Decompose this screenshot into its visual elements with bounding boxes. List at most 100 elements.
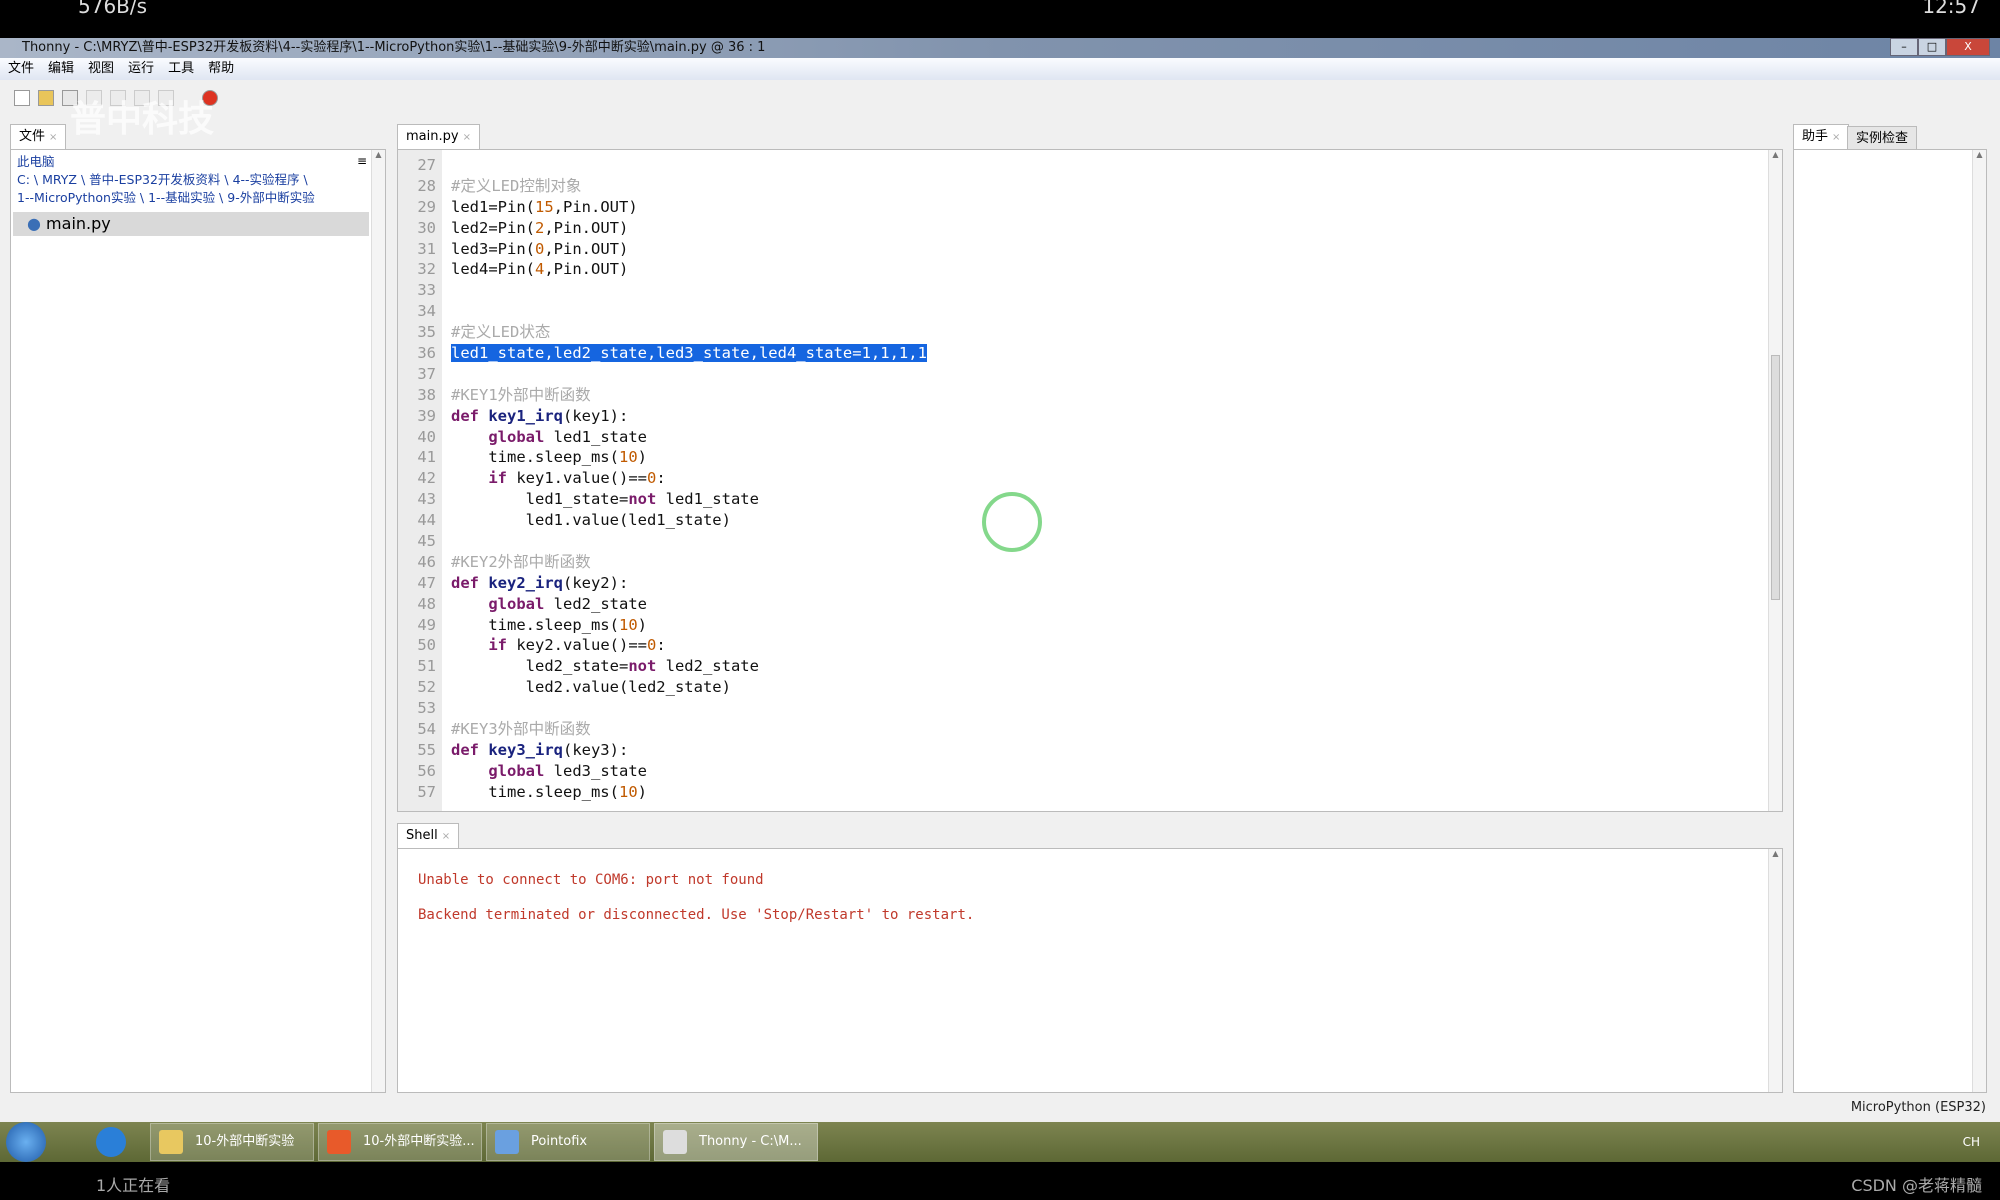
code-text[interactable]: #定义LED控制对象 led1=Pin(15,Pin.OUT) led2=Pin(2…: [451, 155, 927, 803]
menu-tools[interactable]: 工具: [168, 58, 194, 80]
tab-main-py[interactable]: main.py ×: [397, 124, 480, 149]
menu-edit[interactable]: 编辑: [48, 58, 74, 80]
code-line[interactable]: led1_state,led2_state,led3_state,led4_st…: [451, 343, 927, 364]
code-token: not: [628, 490, 657, 509]
code-line[interactable]: [451, 698, 927, 719]
code-line[interactable]: time.sleep_ms(10): [451, 782, 927, 803]
code-line[interactable]: #定义LED控制对象: [451, 176, 927, 197]
cursor-highlight-circle: [982, 492, 1042, 552]
app-icon: [327, 1130, 351, 1154]
code-line[interactable]: time.sleep_ms(10): [451, 615, 927, 636]
taskbar-item[interactable]: Pointofix: [486, 1123, 650, 1161]
menu-icon[interactable]: ≡: [357, 154, 367, 168]
close-icon[interactable]: ×: [1832, 132, 1840, 143]
code-line[interactable]: if key2.value()==0:: [451, 635, 927, 656]
line-number: 47: [417, 573, 436, 592]
code-line[interactable]: [451, 155, 927, 176]
new-file-icon[interactable]: [14, 90, 30, 106]
start-button[interactable]: [6, 1122, 46, 1162]
code-editor[interactable]: 27 28 29 30 31 32 33 34 35 36 37 38 39 40 41 42 43 44 45 46…: [397, 149, 1783, 812]
shell-scrollbar[interactable]: ▲: [1768, 849, 1782, 1092]
code-line[interactable]: global led3_state: [451, 761, 927, 782]
taskbar-item[interactable]: 10-外部中断实验...: [318, 1123, 482, 1161]
code-token: def: [451, 406, 489, 425]
code-token: #KEY2外部中断函数: [451, 552, 591, 571]
file-item-main-py[interactable]: ● main.py: [13, 212, 369, 236]
code-token: :: [656, 469, 666, 488]
menu-file[interactable]: 文件: [8, 58, 34, 80]
files-root[interactable]: 此电脑: [11, 150, 385, 171]
close-button[interactable]: X: [1946, 38, 1990, 56]
close-icon[interactable]: ×: [463, 132, 471, 143]
code-line[interactable]: led2.value(led2_state): [451, 677, 927, 698]
line-number: 53: [417, 699, 436, 718]
editor-scrollbar[interactable]: ▲: [1768, 150, 1782, 811]
close-icon[interactable]: ×: [49, 132, 57, 143]
code-line[interactable]: led2=Pin(2,Pin.OUT): [451, 218, 927, 239]
code-line[interactable]: global led2_state: [451, 594, 927, 615]
restore-button[interactable]: □: [1918, 38, 1946, 56]
code-line[interactable]: def key3_irq(key3):: [451, 740, 927, 761]
shell-pane[interactable]: Unable to connect to COM6: port not foun…: [397, 848, 1783, 1093]
code-line[interactable]: [451, 301, 927, 322]
code-line[interactable]: [451, 531, 927, 552]
scroll-thumb[interactable]: [1771, 355, 1780, 600]
csdn-credit: CSDN @老蒋精髓: [1851, 1176, 1982, 1195]
close-icon[interactable]: ×: [442, 831, 450, 842]
code-line[interactable]: #KEY2外部中断函数: [451, 552, 927, 573]
minimize-button[interactable]: –: [1890, 38, 1918, 56]
menu-run[interactable]: 运行: [128, 58, 154, 80]
taskbar-item-label: 10-外部中断实验...: [363, 1134, 475, 1149]
sogou-icon[interactable]: [96, 1127, 126, 1157]
code-token: time.sleep_ms(: [451, 448, 619, 467]
assistant-scrollbar[interactable]: ▲: [1972, 150, 1986, 1092]
tab-label: main.py: [406, 129, 459, 144]
code-line[interactable]: #KEY3外部中断函数: [451, 719, 927, 740]
taskbar-item-label: Thonny - C:\M...: [699, 1134, 802, 1149]
code-line[interactable]: led1=Pin(15,Pin.OUT): [451, 197, 927, 218]
line-number: 29: [417, 197, 436, 216]
tab-shell[interactable]: Shell ×: [397, 823, 460, 848]
interpreter-status[interactable]: MicroPython (ESP32): [1851, 1100, 1986, 1115]
code-line[interactable]: led3=Pin(0,Pin.OUT): [451, 239, 927, 260]
code-token: led1_state: [656, 490, 759, 509]
code-line[interactable]: led4=Pin(4,Pin.OUT): [451, 259, 927, 280]
clock: 12:57: [1922, 0, 1980, 18]
code-line[interactable]: if key1.value()==0:: [451, 468, 927, 489]
code-line[interactable]: [451, 280, 927, 301]
code-line[interactable]: #KEY1外部中断函数: [451, 385, 927, 406]
tray-language[interactable]: CH: [1963, 1135, 1980, 1149]
code-line[interactable]: led1.value(led1_state): [451, 510, 927, 531]
selected-code: led1_state,led2_state,led3_state,led4_st…: [451, 344, 927, 363]
line-number: 54: [417, 720, 436, 739]
files-path-2[interactable]: 1--MicroPython实验 \ 1--基础实验 \ 9-外部中断实验: [11, 189, 385, 210]
line-number: 50: [417, 636, 436, 655]
line-number: 38: [417, 385, 436, 404]
tab-assistant[interactable]: 助手 ×: [1793, 124, 1850, 149]
menu-help[interactable]: 帮助: [208, 58, 234, 80]
tab-files[interactable]: 文件 ×: [10, 124, 67, 149]
files-scrollbar[interactable]: ▲: [371, 150, 385, 1092]
files-path-1[interactable]: C: \ MRYZ \ 普中-ESP32开发板资料 \ 4--实验程序 \: [11, 171, 385, 189]
code-line[interactable]: led1_state=not led1_state: [451, 489, 927, 510]
taskbar-item[interactable]: 10-外部中断实验: [150, 1123, 314, 1161]
code-token: (key1):: [562, 406, 629, 425]
code-line[interactable]: #定义LED状态: [451, 322, 927, 343]
menu-view[interactable]: 视图: [88, 58, 114, 80]
tab-object-inspector[interactable]: 实例检查: [1847, 126, 1918, 149]
code-token: def: [451, 740, 489, 759]
open-file-icon[interactable]: [38, 90, 54, 106]
code-line[interactable]: [451, 364, 927, 385]
code-line[interactable]: led2_state=not led2_state: [451, 656, 927, 677]
code-line[interactable]: global led1_state: [451, 427, 927, 448]
line-number: 39: [417, 406, 436, 425]
file-name: main.py: [46, 214, 111, 233]
taskbar-item[interactable]: Thonny - C:\M...: [654, 1123, 818, 1161]
code-line[interactable]: def key1_irq(key1):: [451, 406, 927, 427]
code-token: 0: [646, 636, 657, 655]
code-token: time.sleep_ms(: [451, 782, 619, 801]
code-line[interactable]: def key2_irq(key2):: [451, 573, 927, 594]
code-line[interactable]: time.sleep_ms(10): [451, 447, 927, 468]
